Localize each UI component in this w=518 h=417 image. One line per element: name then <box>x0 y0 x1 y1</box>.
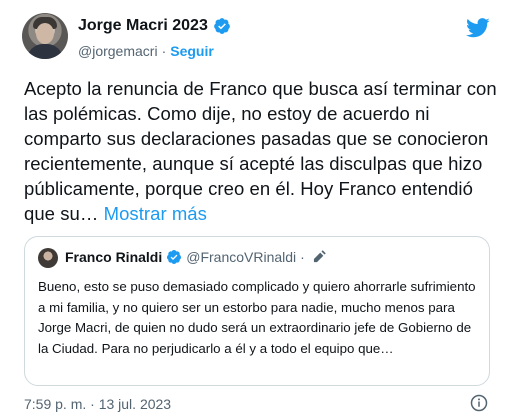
author-handle-row: @jorgemacri · Seguir <box>78 43 214 59</box>
separator-dot: · <box>300 249 305 265</box>
show-more-link[interactable]: Mostrar más <box>104 203 207 224</box>
quoted-author-name: Franco Rinaldi <box>65 249 163 265</box>
quoted-author-row: Franco Rinaldi @FrancoVRinaldi · <box>65 249 326 265</box>
avatar-face <box>36 23 54 44</box>
separator-dot: · <box>161 43 167 59</box>
verified-badge-icon <box>213 18 230 34</box>
quoted-author-avatar <box>38 248 58 268</box>
author-avatar[interactable] <box>22 13 68 59</box>
info-icon[interactable] <box>470 394 488 412</box>
quoted-tweet[interactable]: Franco Rinaldi @FrancoVRinaldi · Bueno, … <box>24 236 490 386</box>
verified-badge-icon <box>167 250 182 264</box>
twitter-bird-icon[interactable] <box>466 18 490 38</box>
tweet-text: Acepto la renuncia de Franco que busca a… <box>24 76 504 226</box>
avatar-body <box>27 44 63 59</box>
author-name-row: Jorge Macri 2023 <box>78 17 231 35</box>
author-display-name[interactable]: Jorge Macri 2023 <box>78 17 208 35</box>
edit-pencil-icon <box>313 250 326 263</box>
tweet-embed-card: Jorge Macri 2023 @jorgemacri · Seguir Ac… <box>0 0 518 417</box>
author-handle[interactable]: @jorgemacri <box>78 43 158 59</box>
quoted-author-handle: @FrancoVRinaldi <box>186 249 297 265</box>
tweet-timestamp[interactable]: 7:59 p. m. · 13 jul. 2023 <box>24 396 171 412</box>
tweet-body: Acepto la renuncia de Franco que busca a… <box>24 78 497 224</box>
quoted-tweet-text: Bueno, esto se puso demasiado complicado… <box>38 279 476 356</box>
follow-button[interactable]: Seguir <box>170 43 214 59</box>
